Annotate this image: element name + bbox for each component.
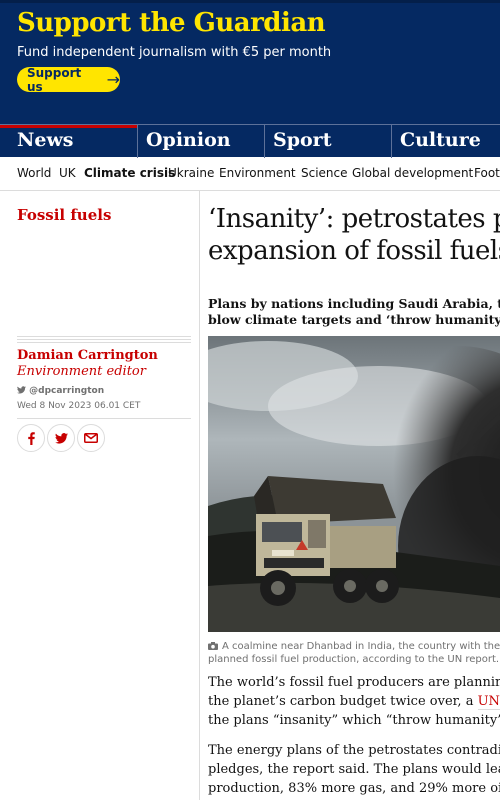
meta-divider bbox=[17, 418, 191, 419]
publish-date: Wed 8 Nov 2023 06.01 CET bbox=[17, 401, 141, 411]
standfirst-line-2: blow climate targets and ‘throw humanity… bbox=[208, 312, 500, 327]
camera-icon bbox=[208, 642, 218, 650]
photo-caption: A coalmine near Dhanbad in India, the co… bbox=[208, 640, 500, 666]
pillar-culture-label: Culture bbox=[400, 129, 481, 151]
email-icon bbox=[84, 433, 98, 443]
subnav: World UK Climate crisis Ukraine Environm… bbox=[0, 157, 500, 191]
pillar-opinion-label: Opinion bbox=[146, 129, 231, 151]
subnav-item-ukraine[interactable]: Ukraine bbox=[168, 166, 214, 180]
author-name[interactable]: Damian Carrington bbox=[17, 348, 158, 363]
p1-line-1: The world’s fossil fuel producers are pl… bbox=[208, 675, 500, 690]
arrow-right-icon: → bbox=[106, 69, 120, 89]
standfirst-line-1: Plans by nations including Saudi Arabia,… bbox=[208, 296, 500, 311]
topline bbox=[0, 0, 500, 3]
pillar-opinion[interactable]: Opinion bbox=[137, 125, 264, 158]
section-label[interactable]: Fossil fuels bbox=[17, 206, 111, 224]
p1-line-2-text: the planet’s carbon budget twice over, a bbox=[208, 694, 478, 709]
p2-line-3: production, 83% more gas, and 29% more o… bbox=[208, 781, 500, 796]
caption-line-2: planned fossil fuel production, accordin… bbox=[208, 654, 500, 665]
subnav-item-global-development[interactable]: Global development bbox=[352, 166, 473, 180]
subnav-item-uk[interactable]: UK bbox=[59, 166, 76, 180]
p1-line-2: the planet’s carbon budget twice over, a… bbox=[208, 692, 500, 711]
share-email-button[interactable] bbox=[77, 424, 105, 452]
author-role: Environment editor bbox=[17, 364, 146, 379]
p2-line-1: The energy plans of the petrostates cont… bbox=[208, 743, 500, 758]
subnav-item-world[interactable]: World bbox=[17, 166, 51, 180]
support-us-button[interactable]: Support us → bbox=[17, 65, 120, 94]
un-report-link[interactable]: UN re bbox=[477, 694, 500, 710]
pillar-sport-label: Sport bbox=[273, 129, 332, 151]
caption-line-1: A coalmine near Dhanbad in India, the co… bbox=[222, 641, 500, 652]
coalmine-photo-illustration bbox=[208, 336, 500, 632]
pillar-news[interactable]: News bbox=[0, 125, 137, 158]
column-divider bbox=[199, 191, 200, 800]
twitter-handle-label: @dpcarrington bbox=[29, 386, 105, 396]
twitter-icon bbox=[54, 432, 68, 444]
pillar-news-label: News bbox=[17, 129, 74, 151]
p1-line-3: the plans “insanity” which “throw humani… bbox=[208, 713, 500, 728]
support-us-label: Support us bbox=[27, 65, 82, 94]
body-paragraph-1: The world’s fossil fuel producers are pl… bbox=[208, 673, 500, 730]
support-title: Support the Guardian bbox=[17, 8, 326, 38]
p2-line-2: pledges, the report said. The plans woul… bbox=[208, 762, 500, 777]
article-standfirst: Plans by nations including Saudi Arabia,… bbox=[208, 296, 500, 328]
article-headline: ‘Insanity’: petrostates pl expansion of … bbox=[208, 203, 500, 267]
pillar-nav: News Opinion Sport Culture bbox=[0, 124, 500, 158]
meta-rules bbox=[17, 336, 191, 344]
support-subtitle: Fund independent journalism with €5 per … bbox=[17, 45, 332, 60]
subnav-item-environment[interactable]: Environment bbox=[219, 166, 296, 180]
subnav-item-climate-crisis[interactable]: Climate crisis bbox=[84, 166, 175, 180]
pillar-sport[interactable]: Sport bbox=[264, 125, 391, 158]
share-facebook-button[interactable] bbox=[17, 424, 45, 452]
subnav-item-science[interactable]: Science bbox=[301, 166, 348, 180]
subnav-item-football[interactable]: Footb bbox=[474, 166, 500, 180]
headline-line-2: expansion of fossil fuels bbox=[208, 236, 500, 266]
twitter-icon bbox=[17, 386, 26, 394]
support-banner: Support the Guardian Fund independent jo… bbox=[0, 0, 500, 125]
pillar-culture[interactable]: Culture bbox=[391, 125, 500, 158]
active-pillar-bar bbox=[0, 125, 137, 128]
twitter-handle[interactable]: @dpcarrington bbox=[17, 386, 104, 396]
share-twitter-button[interactable] bbox=[47, 424, 75, 452]
article-photo bbox=[208, 336, 500, 632]
facebook-icon bbox=[27, 431, 35, 445]
body-paragraph-2: The energy plans of the petrostates cont… bbox=[208, 741, 500, 798]
headline-line-1: ‘Insanity’: petrostates pl bbox=[208, 204, 500, 234]
